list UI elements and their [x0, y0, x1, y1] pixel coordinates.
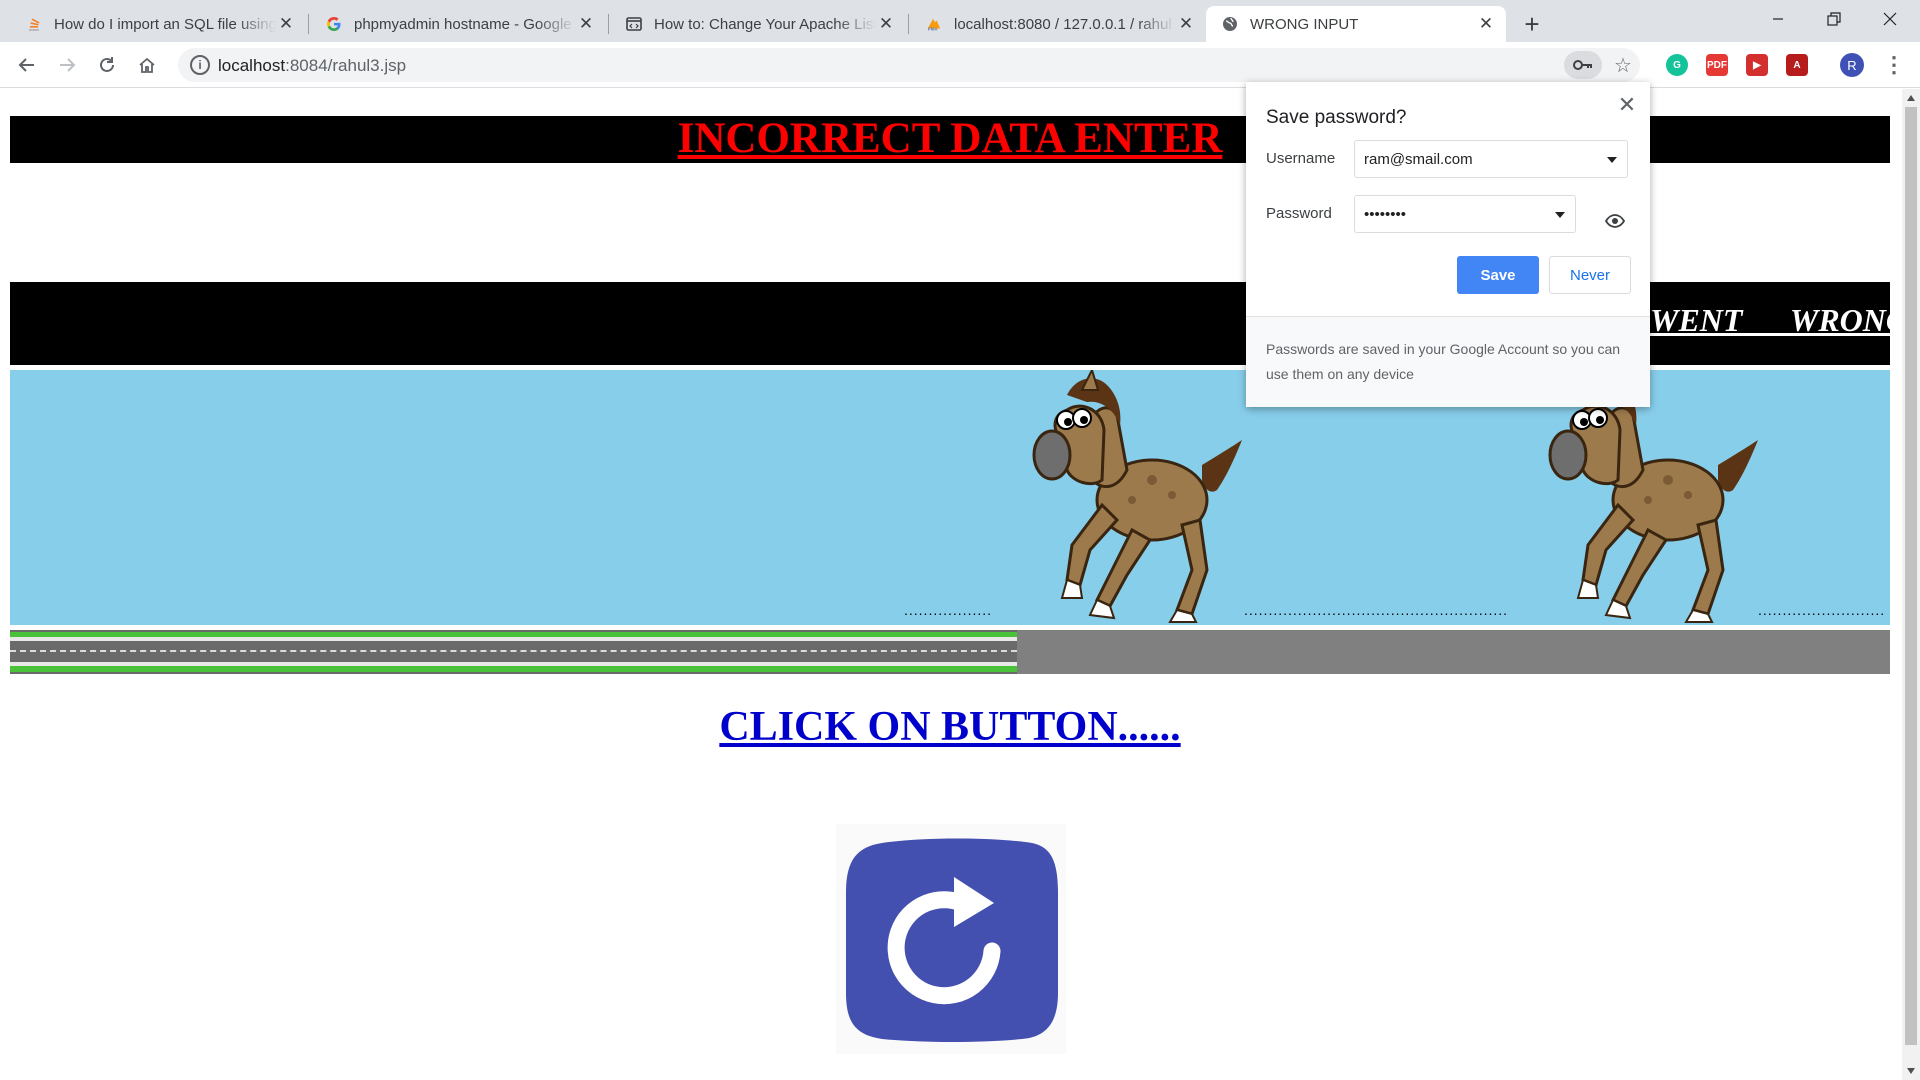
tab-title: How to: Change Your Apache Listen: [654, 15, 876, 33]
save-password-dialog: Save password? ✕ Username ram@smail.com …: [1246, 82, 1650, 407]
back-button[interactable]: [10, 48, 44, 82]
tab-separator: [908, 14, 909, 34]
forward-button[interactable]: [50, 48, 84, 82]
url-host: localhost: [218, 56, 286, 75]
menu-icon[interactable]: ⋮: [1880, 50, 1908, 80]
code-window-icon: [626, 16, 642, 32]
page-title[interactable]: INCORRECT DATA ENTER: [678, 115, 1223, 162]
tab-title: WRONG INPUT: [1250, 15, 1359, 33]
reload-button[interactable]: [90, 48, 124, 82]
footer-text: Passwords are saved in your Google Accou…: [1266, 341, 1621, 382]
never-button[interactable]: Never: [1549, 256, 1631, 294]
tab-strip: How do I import an SQL file using ✕ phpm…: [0, 0, 1920, 42]
tab-title: How do I import an SQL file using: [54, 15, 276, 33]
password-field[interactable]: ••••••••: [1354, 195, 1576, 233]
grammarly-icon[interactable]: G: [1666, 54, 1688, 76]
marquee-text: WENT WRONG: [1650, 302, 1890, 338]
scroll-down-icon[interactable]: [1907, 1068, 1915, 1074]
tab-wrong-input[interactable]: WRONG INPUT ✕: [1206, 6, 1506, 42]
close-tab-icon[interactable]: ✕: [1476, 14, 1496, 34]
phpmyadmin-icon: PMA: [926, 16, 942, 32]
tab-separator: [308, 14, 309, 34]
username-label: Username: [1266, 150, 1336, 167]
tab-phpmyadmin[interactable]: PMA localhost:8080 / 127.0.0.1 / rahul ✕: [910, 6, 1206, 42]
svg-text:PMA: PMA: [928, 27, 939, 32]
refresh-icon: [846, 838, 1058, 1042]
new-tab-button[interactable]: +: [1516, 8, 1548, 40]
close-window-button[interactable]: [1862, 0, 1918, 38]
password-label: Password: [1266, 205, 1332, 222]
horse-race-area: .................. .....................…: [10, 370, 1890, 625]
dialog-title: Save password?: [1266, 107, 1407, 128]
minimize-button[interactable]: [1750, 0, 1806, 38]
info-icon[interactable]: i: [190, 55, 210, 75]
road-image: [10, 630, 1017, 674]
url-text[interactable]: localhost:8084/rahul3.jsp: [218, 56, 406, 76]
restore-button[interactable]: [1806, 0, 1862, 38]
home-button[interactable]: [130, 48, 164, 82]
bookmark-star-icon[interactable]: ☆: [1610, 52, 1636, 78]
save-button[interactable]: Save: [1457, 256, 1539, 294]
dots-trail: ..................: [904, 602, 993, 618]
eye-icon[interactable]: [1602, 208, 1628, 234]
acrobat-icon[interactable]: A: [1786, 54, 1808, 76]
close-tab-icon[interactable]: ✕: [576, 14, 596, 34]
tab-phpmyadmin-search[interactable]: phpmyadmin hostname - Google Search ✕: [310, 6, 606, 42]
pdf-icon[interactable]: PDF: [1706, 54, 1728, 76]
username-value: ram@smail.com: [1364, 151, 1473, 168]
globe-icon: [1222, 16, 1238, 32]
media-icon[interactable]: ▶: [1746, 54, 1768, 76]
stackoverflow-icon: [26, 16, 42, 32]
google-icon: [326, 16, 342, 32]
click-heading[interactable]: CLICK ON BUTTON......: [0, 703, 1900, 751]
horse-image: [1032, 370, 1242, 623]
scroll-up-icon[interactable]: [1907, 95, 1915, 101]
chevron-down-icon: [1607, 157, 1617, 163]
close-tab-icon[interactable]: ✕: [276, 14, 296, 34]
tab-title: localhost:8080 / 127.0.0.1 / rahul: [954, 15, 1172, 33]
dots-trail: ........................................…: [1244, 602, 1508, 618]
page-scrollbar[interactable]: [1902, 89, 1920, 1080]
click-heading-text: CLICK ON BUTTON......: [719, 704, 1181, 750]
refresh-button[interactable]: [836, 824, 1066, 1054]
scrollbar-thumb[interactable]: [1905, 107, 1917, 1045]
password-value: ••••••••: [1364, 206, 1407, 223]
tab-sql-import[interactable]: How do I import an SQL file using ✕: [10, 6, 306, 42]
close-tab-icon[interactable]: ✕: [1176, 14, 1196, 34]
key-icon[interactable]: [1564, 51, 1602, 79]
tab-apache-listen[interactable]: How to: Change Your Apache Listen ✕: [610, 6, 906, 42]
tab-separator: [608, 14, 609, 34]
close-tab-icon[interactable]: ✕: [876, 14, 896, 34]
avatar[interactable]: R: [1840, 53, 1864, 77]
horse-image: [1548, 400, 1758, 623]
dots-trail: ..........................: [1758, 602, 1886, 618]
address-bar[interactable]: i localhost:8084/rahul3.jsp ☆: [178, 48, 1640, 82]
dialog-footer: Passwords are saved in your Google Accou…: [1246, 316, 1650, 407]
chevron-down-icon: [1555, 212, 1565, 218]
close-icon[interactable]: ✕: [1616, 92, 1638, 117]
url-path: :8084/rahul3.jsp: [285, 56, 407, 75]
road-track: [10, 630, 1890, 674]
username-field[interactable]: ram@smail.com: [1354, 140, 1628, 178]
tab-title: phpmyadmin hostname - Google Search: [354, 15, 576, 33]
